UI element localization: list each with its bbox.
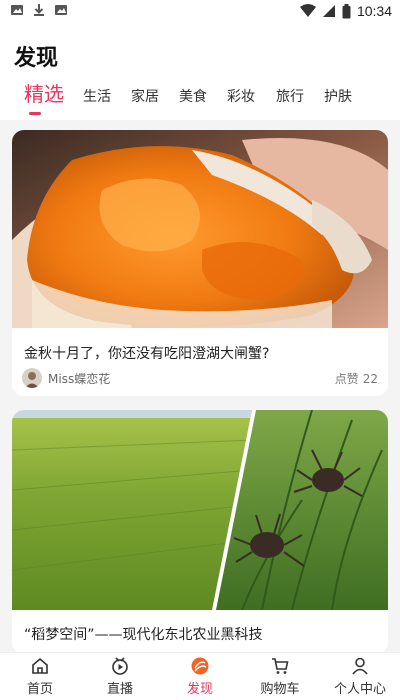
tab-featured[interactable]: 精选 [24,80,64,108]
card-title: “稻梦空间”——现代化东北农业黑科技 [24,627,263,643]
nav-label: 直播 [106,682,133,697]
tab-skincare[interactable]: 护肤 [324,82,352,112]
clock: 10:34 [356,3,392,19]
author-name: Miss蝶恋花 [48,372,111,386]
wifi-icon [299,4,316,17]
nav-home[interactable]: 首页 [0,653,80,700]
nav-discover[interactable]: 发现 [160,653,240,700]
tab-food[interactable]: 美食 [179,82,207,112]
feed-card[interactable]: 金秋十月了，你还没有吃阳澄湖大闸蟹? Miss蝶恋花 点赞 22 [12,130,388,396]
tab-travel[interactable]: 旅行 [276,82,304,112]
nav-label: 购物车 [260,682,300,697]
nav-cart[interactable]: 购物车 [240,653,320,700]
feed-card[interactable]: “稻梦空间”——现代化东北农业黑科技 [12,410,388,654]
category-tabs: 精选 生活 家居 美食 彩妆 旅行 护肤 [14,82,386,116]
download-icon [34,4,44,16]
likes-count[interactable]: 点赞 22 [331,370,378,387]
author-row: Miss蝶恋花 点赞 22 [22,368,378,390]
nav-label: 个人中心 [333,682,386,697]
tab-home[interactable]: 家居 [131,82,159,112]
image-icon [11,5,23,15]
battery-icon [342,3,351,18]
rice-field-photo [12,410,388,610]
nav-live[interactable]: 直播 [80,653,160,700]
avatar[interactable] [22,368,42,388]
tab-indicator [29,112,41,115]
person-icon [352,657,368,675]
nav-label: 发现 [186,682,213,697]
likes-label: 点赞 [334,372,359,386]
status-bar: 10:34 [0,0,400,22]
image-icon [55,5,67,15]
signal-icon [322,5,335,17]
likes-value: 22 [362,372,378,386]
crab-photo [12,130,388,328]
live-icon [112,657,128,675]
card-title: 金秋十月了，你还没有吃阳澄湖大闸蟹? [24,346,270,362]
tab-life[interactable]: 生活 [83,82,111,112]
nav-profile[interactable]: 个人中心 [320,653,400,700]
tab-makeup[interactable]: 彩妆 [227,82,255,112]
discover-icon [191,657,209,675]
bottom-nav: 首页 直播 发现 购物车 个人中心 [0,652,400,700]
header: 发现 精选 生活 家居 美食 彩妆 旅行 护肤 [0,22,400,120]
cart-icon [272,658,289,674]
page-title: 发现 [14,46,59,71]
nav-label: 首页 [26,682,53,697]
home-icon [32,657,48,674]
